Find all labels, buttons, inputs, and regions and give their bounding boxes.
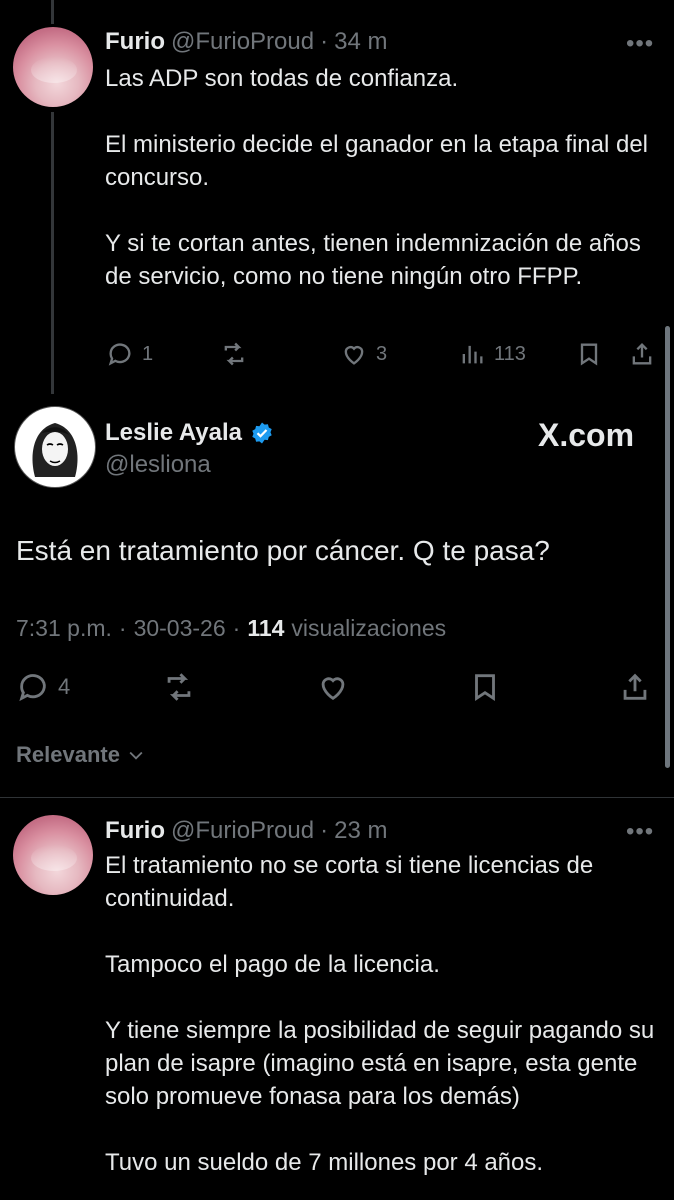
author-handle[interactable]: @FurioProud: [171, 817, 314, 845]
bookmark-button[interactable]: [468, 670, 502, 704]
share-button[interactable]: [618, 670, 652, 704]
post-time[interactable]: 7:31 p.m.: [16, 615, 112, 642]
like-count: 3: [376, 342, 388, 365]
separator: ·: [232, 615, 241, 641]
more-options-icon[interactable]: •••: [626, 818, 654, 846]
author-name[interactable]: Furio: [105, 817, 165, 845]
share-icon: [623, 673, 647, 700]
thread-line-top: [51, 0, 54, 24]
author-name[interactable]: Furio: [105, 28, 165, 56]
tweet-text: Está en tratamiento por cáncer. Q te pas…: [16, 535, 550, 566]
share-button[interactable]: [628, 340, 656, 368]
sort-label: Relevante: [16, 742, 120, 767]
separator: ·: [320, 817, 329, 844]
divider: [0, 797, 674, 798]
views-icon: [462, 345, 483, 364]
bookmark-icon: [475, 674, 495, 701]
like-button[interactable]: [316, 670, 350, 704]
tweet-meta: 7:31 p.m. · 30-03-26 · 114 visualizacion…: [16, 615, 446, 642]
separator: ·: [320, 28, 329, 55]
reply-button[interactable]: 1: [106, 340, 153, 368]
reply-button[interactable]: 4: [16, 670, 70, 704]
bookmark-button[interactable]: [575, 340, 603, 368]
tweet-text: Las ADP son todas de confianza. El minis…: [105, 65, 649, 290]
author-block: Leslie Ayala @lesliona: [105, 419, 274, 479]
repost-icon: [167, 673, 191, 701]
avatar-portrait-icon: [32, 423, 78, 477]
scrollbar[interactable]: [665, 326, 670, 768]
like-button[interactable]: 3: [340, 340, 387, 368]
tweet-header: Furio @FurioProud · 34 m: [105, 28, 387, 56]
author-handle[interactable]: @lesliona: [105, 451, 274, 479]
timestamp[interactable]: 34 m: [334, 28, 387, 56]
views-label: visualizaciones: [291, 615, 447, 641]
heart-icon: [344, 346, 364, 365]
author-handle[interactable]: @FurioProud: [171, 28, 314, 56]
separator: ·: [118, 615, 127, 641]
tweet-text: El tratamiento no se corta si tiene lice…: [105, 852, 655, 1176]
verified-badge-icon: [252, 422, 272, 444]
share-icon: [632, 343, 652, 365]
view-count: 113: [494, 342, 526, 365]
thread-line: [51, 112, 54, 394]
bookmark-icon: [580, 343, 598, 366]
repost-icon: [224, 342, 244, 366]
author-name[interactable]: Leslie Ayala: [105, 419, 242, 447]
heart-icon: [321, 677, 345, 701]
reply-icon: [19, 674, 46, 702]
reply-icon: [108, 343, 131, 366]
brand-logo: X.com: [538, 417, 635, 453]
tweet-header: Furio @FurioProud · 23 m: [105, 817, 387, 845]
views-number: 114: [247, 615, 285, 641]
sort-dropdown[interactable]: Relevante: [16, 742, 146, 768]
views-button[interactable]: 113: [458, 340, 526, 368]
post-date[interactable]: 30-03-26: [134, 615, 226, 642]
avatar[interactable]: [13, 27, 93, 107]
avatar[interactable]: [13, 815, 93, 895]
avatar[interactable]: [14, 406, 96, 488]
timestamp[interactable]: 23 m: [334, 817, 387, 845]
reply-count: 4: [58, 674, 71, 699]
more-options-icon[interactable]: •••: [626, 30, 654, 58]
chevron-down-icon: [129, 751, 143, 760]
repost-button[interactable]: [220, 340, 248, 368]
reply-count: 1: [142, 342, 154, 365]
repost-button[interactable]: [162, 670, 196, 704]
